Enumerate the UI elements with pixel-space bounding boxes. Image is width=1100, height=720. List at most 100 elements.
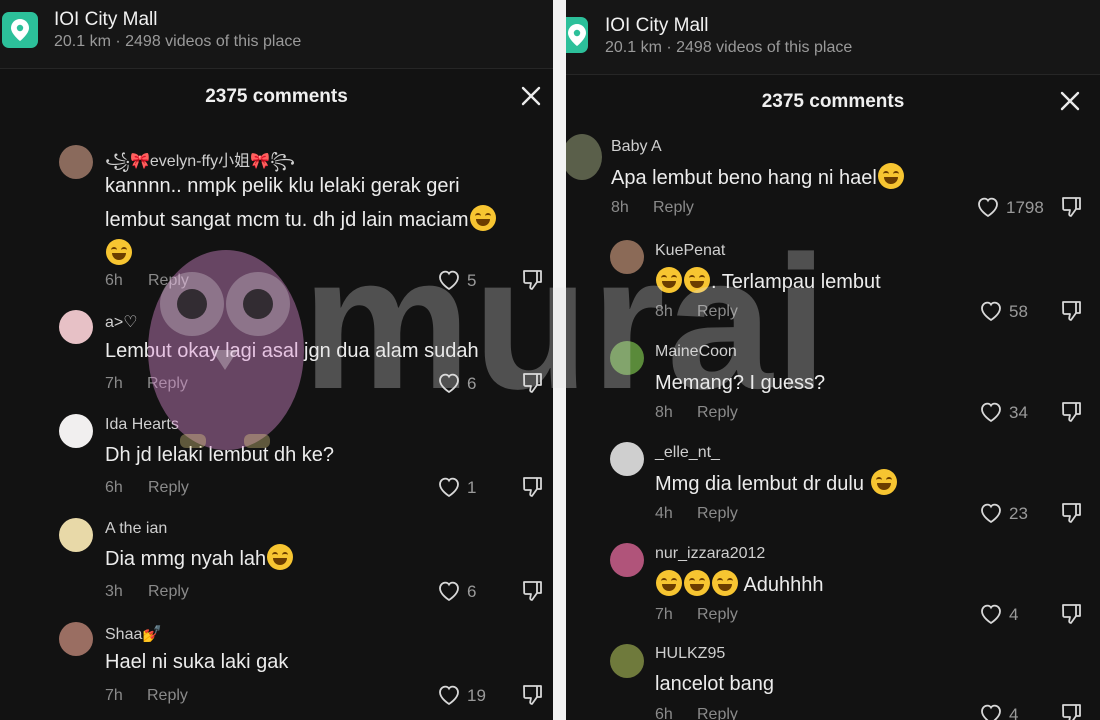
- comment-text-line: Aduhhhh: [743, 574, 824, 596]
- laughing-emoji-icon: [656, 267, 682, 293]
- comment-item: nur_izzara2012 Aduhhhh 7h Reply 4: [566, 541, 1100, 636]
- like-count: 5: [467, 271, 477, 290]
- avatar[interactable]: [59, 414, 93, 448]
- avatar[interactable]: [59, 518, 93, 552]
- reply-button[interactable]: Reply: [148, 479, 189, 497]
- reply-button[interactable]: Reply: [697, 606, 738, 624]
- like-count: 6: [467, 374, 477, 393]
- comment-username[interactable]: a>♡: [105, 312, 138, 332]
- comment-text: Memang? I guess?: [655, 372, 826, 394]
- comment-item: A the ian Dia mmg nyah lah 3h Reply 6: [0, 513, 553, 608]
- comment-text: Dh jd lelaki lembut dh ke?: [105, 444, 335, 466]
- avatar[interactable]: [610, 240, 644, 274]
- comment-text: kannnn.. nmpk pelik klu lelaki gerak ger…: [105, 169, 497, 271]
- comment-username[interactable]: KuePenat: [655, 242, 725, 260]
- comment-item: MaineCoon Memang? I guess? 8h Reply 34: [566, 339, 1100, 434]
- reply-button[interactable]: Reply: [697, 404, 738, 422]
- reply-button[interactable]: Reply: [697, 505, 738, 523]
- reply-button[interactable]: Reply: [653, 199, 694, 217]
- thumbs-down-icon[interactable]: [1060, 299, 1084, 323]
- comment-username[interactable]: A the ian: [105, 520, 167, 538]
- comment-username[interactable]: HULKZ95: [655, 645, 725, 663]
- panel-divider: [553, 0, 566, 720]
- location-pin-icon: [2, 12, 38, 48]
- reply-button[interactable]: Reply: [697, 706, 738, 720]
- heart-outline-icon[interactable]: [979, 401, 1003, 423]
- reply-button[interactable]: Reply: [148, 272, 189, 290]
- comment-time: 6h: [105, 479, 123, 496]
- left-comments-panel: IOI City Mall 20.1 km · 2498 videos of t…: [0, 0, 553, 720]
- like-count: 4: [1009, 705, 1019, 720]
- comment-username[interactable]: MaineCoon: [655, 343, 737, 361]
- place-header[interactable]: IOI City Mall 20.1 km · 2498 videos of t…: [566, 0, 1100, 75]
- avatar[interactable]: [59, 622, 93, 656]
- comments-count-title: 2375 comments: [205, 86, 348, 107]
- comment-time: 7h: [105, 687, 123, 704]
- comment-username[interactable]: Baby A: [611, 138, 662, 156]
- comment-text-line: Mmg dia lembut dr dulu: [655, 473, 864, 495]
- heart-outline-icon[interactable]: [437, 476, 461, 498]
- comment-item: _elle_nt_ Mmg dia lembut dr dulu 4h Repl…: [566, 440, 1100, 535]
- heart-outline-icon[interactable]: [979, 703, 1003, 720]
- reply-button[interactable]: Reply: [148, 583, 189, 601]
- thumbs-down-icon[interactable]: [1060, 501, 1084, 525]
- place-name: IOI City Mall: [605, 15, 709, 36]
- right-comments-panel: IOI City Mall 20.1 km · 2498 videos of t…: [566, 0, 1100, 720]
- thumbs-down-icon[interactable]: [521, 371, 545, 395]
- place-name: IOI City Mall: [54, 9, 158, 30]
- avatar[interactable]: [566, 134, 602, 180]
- place-header[interactable]: IOI City Mall 20.1 km · 2498 videos of t…: [0, 0, 553, 69]
- close-icon[interactable]: [1059, 90, 1081, 112]
- comment-username[interactable]: Ida Hearts: [105, 416, 179, 434]
- avatar[interactable]: [610, 543, 644, 577]
- avatar[interactable]: [610, 644, 644, 678]
- thumbs-down-icon[interactable]: [521, 475, 545, 499]
- thumbs-down-icon[interactable]: [521, 683, 545, 707]
- thumbs-down-icon[interactable]: [1060, 195, 1084, 219]
- comments-count-title: 2375 comments: [761, 91, 905, 112]
- comment-item: Ida Hearts Dh jd lelaki lembut dh ke? 6h…: [0, 409, 553, 504]
- like-count: 23: [1009, 504, 1028, 523]
- comment-time: 8h: [655, 303, 673, 320]
- like-count: 34: [1009, 403, 1028, 422]
- avatar[interactable]: [59, 145, 93, 179]
- heart-outline-icon[interactable]: [437, 269, 461, 291]
- thumbs-down-icon[interactable]: [521, 579, 545, 603]
- laughing-emoji-icon: [469, 205, 496, 231]
- comment-item: Shaa💅 Hael ni suka laki gak 7h Reply 19: [0, 617, 553, 720]
- avatar[interactable]: [59, 310, 93, 344]
- heart-outline-icon[interactable]: [437, 684, 461, 706]
- heart-outline-icon[interactable]: [976, 196, 1000, 218]
- laughing-emoji-icon: [712, 570, 738, 596]
- reply-button[interactable]: Reply: [147, 375, 188, 393]
- laughing-emoji-icon: [267, 544, 294, 570]
- comment-item: Baby A Apa lembut beno hang ni hael 8h R…: [566, 134, 1100, 234]
- laughing-emoji-icon: [877, 163, 904, 189]
- thumbs-down-icon[interactable]: [1060, 702, 1084, 720]
- comment-username[interactable]: nur_izzara2012: [655, 545, 765, 563]
- comment-time: 7h: [105, 375, 123, 392]
- thumbs-down-icon[interactable]: [521, 268, 545, 292]
- heart-outline-icon[interactable]: [979, 502, 1003, 524]
- heart-outline-icon[interactable]: [437, 580, 461, 602]
- thumbs-down-icon[interactable]: [1060, 400, 1084, 424]
- close-icon[interactable]: [520, 85, 542, 107]
- reply-button[interactable]: Reply: [697, 303, 738, 321]
- comment-time: 3h: [105, 583, 123, 600]
- reply-button[interactable]: Reply: [147, 687, 188, 705]
- laughing-emoji-icon: [870, 469, 897, 495]
- avatar[interactable]: [610, 442, 644, 476]
- thumbs-down-icon[interactable]: [1060, 602, 1084, 626]
- heart-outline-icon[interactable]: [437, 372, 461, 394]
- comment-text: Lembut okay lagi asal jgn dua alam sudah: [105, 340, 479, 362]
- comment-username[interactable]: Shaa💅: [105, 624, 162, 644]
- comment-text-line: lembut sangat mcm tu. dh jd lain maciam: [105, 209, 469, 231]
- comment-username[interactable]: _elle_nt_: [655, 444, 720, 462]
- heart-outline-icon[interactable]: [979, 300, 1003, 322]
- comment-text-line: . Terlampau lembut: [711, 271, 881, 293]
- avatar[interactable]: [610, 341, 644, 375]
- comment-item: KuePenat . Terlampau lembut 8h Reply 58: [566, 238, 1100, 333]
- comment-text-line: Dia mmg nyah lah: [105, 548, 267, 570]
- like-count: 19: [467, 686, 486, 705]
- heart-outline-icon[interactable]: [979, 603, 1003, 625]
